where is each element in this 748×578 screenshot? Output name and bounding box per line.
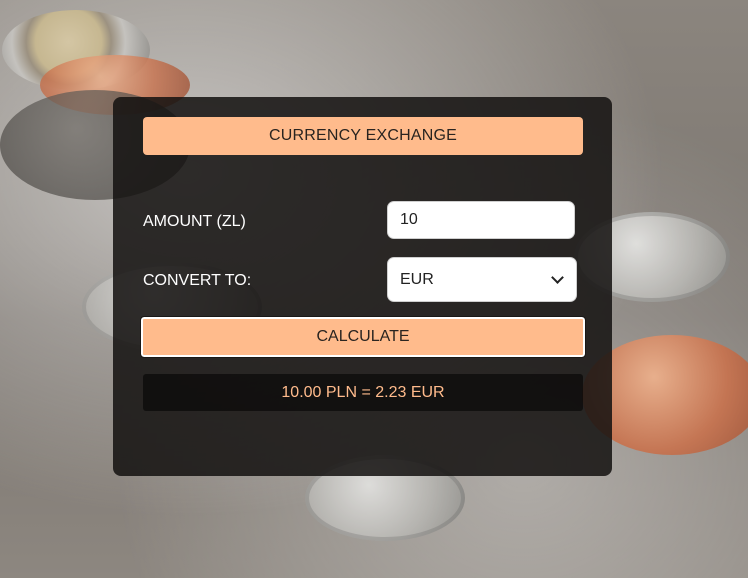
exchange-panel: CURRENCY EXCHANGE AMOUNT (ZL) CONVERT TO… (113, 97, 612, 476)
calculate-button[interactable]: CALCULATE (140, 316, 586, 358)
currency-selected-value: EUR (400, 270, 434, 288)
chevron-down-icon (551, 270, 564, 284)
amount-input[interactable] (387, 201, 575, 239)
currency-select[interactable]: EUR (387, 257, 577, 302)
convert-to-label: CONVERT TO: (143, 272, 252, 289)
app-title: CURRENCY EXCHANGE (143, 117, 583, 155)
amount-label: AMOUNT (ZL) (143, 213, 246, 230)
result-display: 10.00 PLN = 2.23 EUR (143, 374, 583, 411)
